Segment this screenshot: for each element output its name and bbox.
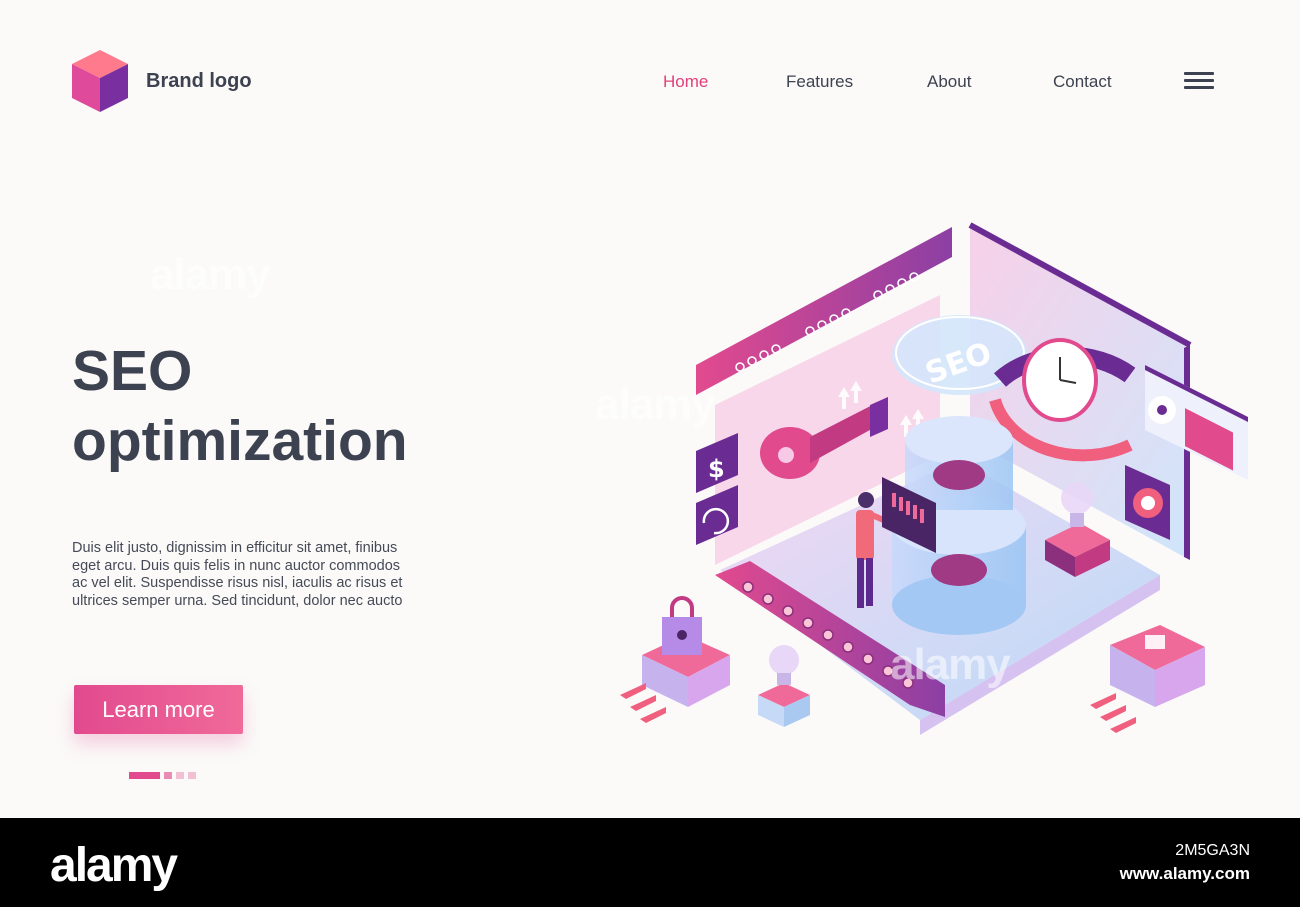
seo-illustration: $ SEO [620, 222, 1248, 735]
pagination [129, 772, 196, 779]
pagination-dot-2[interactable] [164, 772, 172, 779]
lock-block-icon [1090, 625, 1205, 733]
nav-about[interactable]: About [927, 72, 971, 92]
page-title: SEO optimization [72, 336, 408, 476]
lock-icon [620, 596, 730, 723]
nav-contact[interactable]: Contact [1053, 72, 1112, 92]
pagination-dot-3[interactable] [176, 772, 184, 779]
title-line-1: SEO [72, 339, 193, 403]
hero-description: Duis elit justo, dignissim in efficitur … [72, 540, 403, 609]
hamburger-menu-icon[interactable] [1184, 72, 1214, 92]
title-line-2: optimization [72, 409, 408, 473]
learn-more-button[interactable]: Learn more [74, 685, 243, 734]
pagination-dot-4[interactable] [188, 772, 196, 779]
nav-home[interactable]: Home [663, 72, 708, 92]
svg-text:$: $ [708, 455, 725, 483]
image-id: 2M5GA3N [1175, 842, 1250, 859]
footer-bar: alamy 2M5GA3N www.alamy.com [0, 818, 1300, 907]
lightbulb-small-icon [758, 645, 810, 727]
pagination-dot-1[interactable] [129, 772, 160, 779]
nav-features[interactable]: Features [786, 72, 853, 92]
landing-page: Brand logo Home Features About Contact S… [0, 0, 1300, 818]
main-nav: Home Features About Contact [0, 72, 1300, 96]
watermark: alamy [150, 250, 271, 299]
footer-url[interactable]: www.alamy.com [1120, 864, 1250, 884]
footer-brand: alamy [50, 839, 178, 892]
